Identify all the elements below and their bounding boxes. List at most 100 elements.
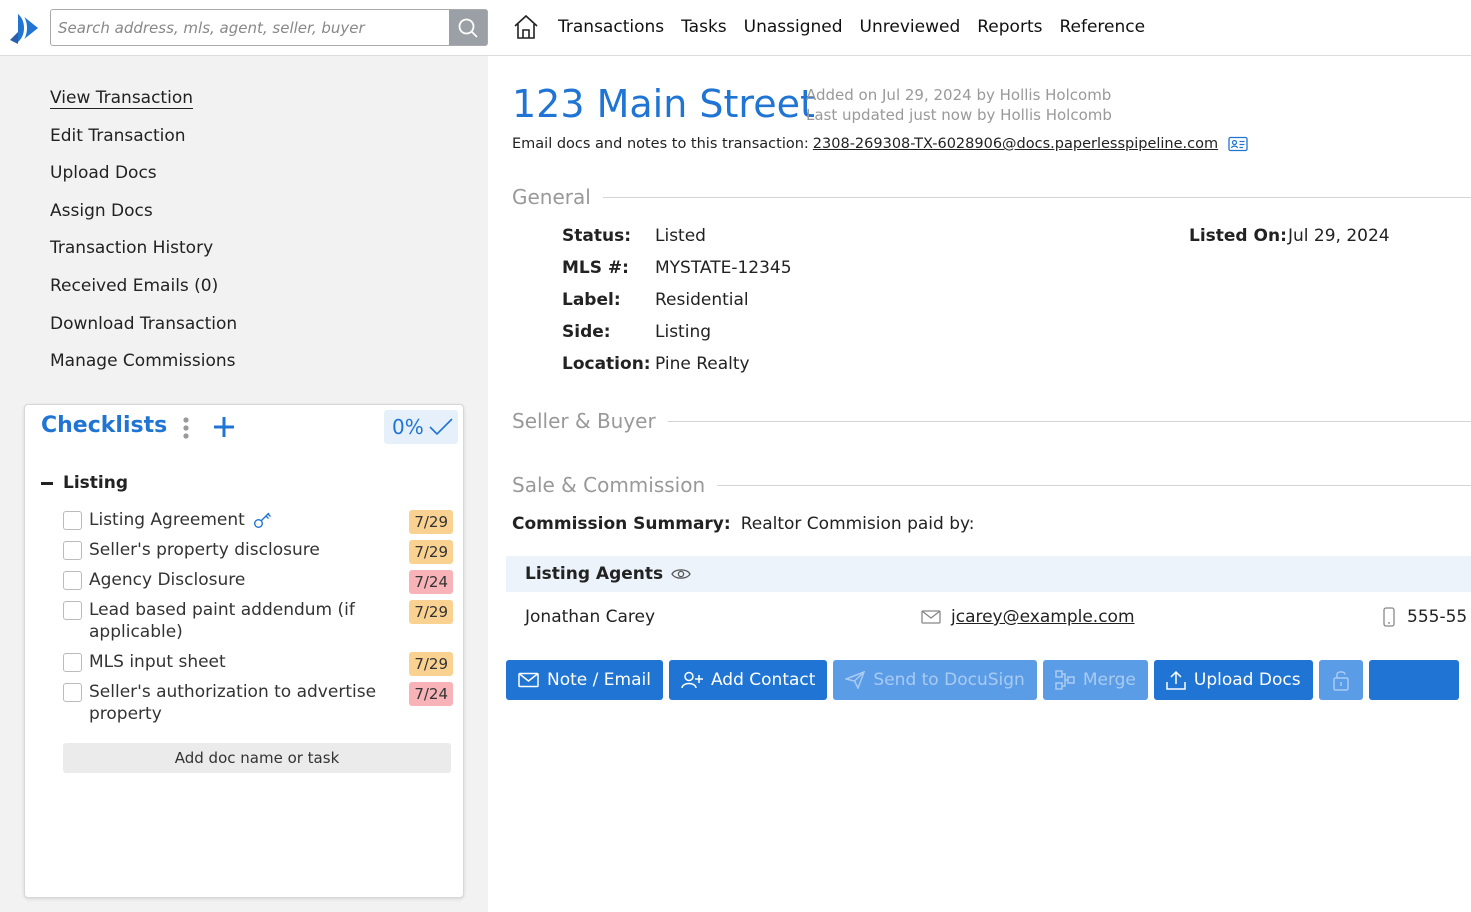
menu-received-emails[interactable]: Received Emails (0) (50, 274, 237, 312)
section-title: Sale & Commission (512, 473, 706, 497)
agent-email: jcarey@example.com (921, 607, 1135, 627)
check-icon (429, 418, 453, 436)
home-icon[interactable] (512, 13, 540, 41)
item-due-date: 7/29 (409, 510, 453, 534)
side-label: Side: (562, 322, 611, 342)
upload-docs-label: Upload Docs (1193, 670, 1301, 690)
more-actions-button[interactable] (1368, 660, 1459, 700)
side-value: Listing (655, 322, 712, 342)
mls-value: MYSTATE-12345 (655, 258, 792, 278)
merge-button[interactable]: Merge (1042, 660, 1148, 700)
updated-info: Last updated just now by Hollis Holcomb (806, 106, 1112, 124)
mls-label: MLS #: (562, 258, 629, 278)
nav-tasks[interactable]: Tasks (681, 17, 727, 37)
item-checkbox[interactable] (63, 653, 82, 672)
nav-unassigned[interactable]: Unassigned (744, 17, 843, 37)
menu-transaction-history[interactable]: Transaction History (50, 236, 237, 274)
contact-card-icon[interactable] (1228, 136, 1248, 152)
more-options-icon[interactable] (181, 415, 191, 441)
item-label[interactable]: Seller's authorization to advertise prop… (89, 682, 376, 724)
section-title: Seller & Buyer (512, 409, 656, 433)
checklist-progress-badge: 0% (384, 410, 458, 444)
list-item: Seller's property disclosure 7/29 (63, 539, 453, 564)
menu-edit-transaction[interactable]: Edit Transaction (50, 124, 237, 162)
note-email-button[interactable]: Note / Email (506, 660, 663, 700)
agent-phone-number[interactable]: 555-55 (1407, 607, 1467, 627)
upload-icon (1166, 670, 1186, 690)
add-contact-label: Add Contact (710, 670, 816, 690)
table-row: Jonathan Carey jcarey@example.com 555-55 (525, 607, 1471, 631)
send-icon (845, 671, 866, 689)
main-content: 123 Main Street Added on Jul 29, 2024 by… (488, 56, 1471, 912)
checklist-group-listing[interactable]: Listing (41, 473, 128, 493)
item-label[interactable]: Agency Disclosure (89, 570, 245, 590)
search-button[interactable] (449, 10, 487, 45)
item-checkbox[interactable] (63, 601, 82, 620)
add-contact-button[interactable]: Add Contact (668, 660, 828, 700)
nav-transactions[interactable]: Transactions (558, 17, 664, 37)
merge-label: Merge (1082, 670, 1136, 690)
item-checkbox[interactable] (63, 683, 82, 702)
added-info: Added on Jul 29, 2024 by Hollis Holcomb (806, 86, 1112, 104)
nav-reference[interactable]: Reference (1059, 17, 1145, 37)
app-logo-icon[interactable] (8, 10, 42, 46)
mail-icon (518, 672, 539, 688)
left-panel: View Transaction Edit Transaction Upload… (0, 56, 488, 912)
label-label: Label: (562, 290, 621, 310)
mail-icon (921, 610, 941, 624)
list-item: MLS input sheet 7/29 (63, 651, 453, 676)
divider (667, 420, 1471, 422)
item-label[interactable]: Lead based paint addendum (if applicable… (89, 600, 355, 642)
menu-upload-docs[interactable]: Upload Docs (50, 161, 237, 199)
agent-phone: 555-55 (1383, 607, 1467, 627)
eye-icon[interactable] (671, 567, 691, 581)
menu-manage-commissions[interactable]: Manage Commissions (50, 349, 237, 387)
item-checkbox[interactable] (63, 511, 82, 530)
item-label[interactable]: MLS input sheet (89, 652, 226, 672)
unlock-button[interactable] (1318, 660, 1363, 700)
item-checkbox[interactable] (63, 571, 82, 590)
listing-agents-header: Listing Agents (506, 556, 1471, 592)
add-checklist-icon[interactable] (211, 413, 237, 441)
divider (602, 196, 1471, 198)
checklist-percent: 0% (392, 415, 424, 439)
section-general: General (512, 185, 1471, 209)
docusign-label: Send to DocuSign (873, 670, 1025, 690)
menu-download-transaction[interactable]: Download Transaction (50, 312, 237, 350)
status-label: Status: (562, 226, 631, 246)
add-doc-input[interactable]: Add doc name or task (63, 743, 451, 773)
listed-on-value: Jul 29, 2024 (1288, 226, 1390, 246)
send-to-docusign-button[interactable]: Send to DocuSign (833, 660, 1037, 700)
nav-unreviewed[interactable]: Unreviewed (860, 17, 961, 37)
listing-agents-title: Listing Agents (525, 564, 664, 584)
item-due-date: 7/29 (409, 540, 453, 564)
item-due-date: 7/24 (409, 682, 453, 706)
section-seller-buyer: Seller & Buyer (512, 409, 1471, 433)
unlock-icon (1332, 671, 1349, 691)
commission-value: Realtor Commision paid by: (740, 514, 975, 534)
transaction-email-link[interactable]: 2308-269308-TX-6028906@docs.paperlesspip… (813, 136, 1218, 152)
status-value: Listed (655, 226, 706, 246)
checklist-items: Listing Agreement 7/29 Seller's property… (63, 509, 453, 733)
label-value: Residential (655, 290, 749, 310)
upload-docs-button[interactable]: Upload Docs (1153, 660, 1313, 700)
menu-assign-docs[interactable]: Assign Docs (50, 199, 237, 237)
commission-summary: Commission Summary: Realtor Commision pai… (512, 514, 975, 534)
search-icon (458, 18, 478, 38)
list-item: Listing Agreement 7/29 (63, 509, 453, 534)
main-nav: Transactions Tasks Unassigned Unreviewed… (512, 12, 1162, 42)
agent-email-link[interactable]: jcarey@example.com (951, 607, 1135, 627)
nav-reports[interactable]: Reports (977, 17, 1042, 37)
item-label[interactable]: Listing Agreement (89, 510, 245, 530)
add-user-icon (681, 671, 703, 689)
transaction-menu: View Transaction Edit Transaction Upload… (50, 86, 237, 387)
list-item: Agency Disclosure 7/24 (63, 569, 453, 594)
collapse-icon[interactable] (41, 481, 53, 485)
listed-on-label: Listed On: (1189, 226, 1287, 246)
search-input[interactable] (51, 10, 449, 45)
item-label[interactable]: Seller's property disclosure (89, 540, 320, 560)
checklists-panel: Checklists 0% Listing Listing Agreement … (24, 404, 464, 898)
commission-label: Commission Summary: (512, 514, 731, 534)
menu-view-transaction[interactable]: View Transaction (50, 86, 237, 124)
item-checkbox[interactable] (63, 541, 82, 560)
